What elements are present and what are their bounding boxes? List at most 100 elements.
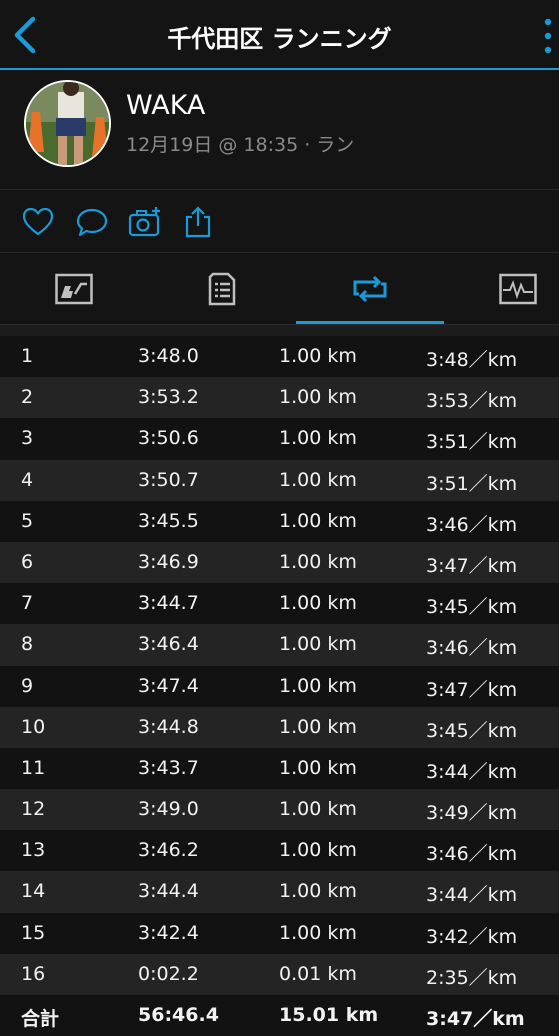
table-row[interactable]: 12 3:49.0 1.00 km 3:49／km: [0, 789, 559, 831]
total-row[interactable]: 合計 56:46.4 15.01 km 3:47／km: [0, 995, 559, 1036]
lap-time: 3:44.4: [138, 880, 199, 903]
lap-distance: 0.01 km: [279, 962, 357, 985]
charts-tab-icon: [499, 273, 537, 305]
lap-distance: 1.00 km: [279, 839, 357, 862]
nav-bar: 千代田区 ランニング: [0, 0, 559, 70]
lap-pace: 3:51／km: [426, 472, 518, 495]
lap-distance: 1.00 km: [279, 550, 357, 573]
activity-header: WAKA 12月19日 @ 18:35 · ラン: [0, 72, 559, 190]
lap-number: 8: [21, 633, 34, 656]
lap-number: 1: [21, 345, 34, 367]
table-row[interactable]: 13 3:46.2 1.00 km 3:46／km: [0, 830, 559, 872]
lap-time: 3:47.4: [138, 674, 199, 697]
table-row[interactable]: 8 3:46.4 1.00 km 3:46／km: [0, 624, 559, 666]
lap-time: 0:02.2: [138, 962, 199, 985]
lap-time: 56:46.4: [138, 1004, 219, 1026]
share-icon[interactable]: [181, 205, 215, 239]
lap-number: 11: [21, 756, 46, 779]
lap-distance: 1.00 km: [279, 509, 357, 532]
tab-charts[interactable]: [444, 254, 559, 324]
activity-meta: 12月19日 @ 18:35 · ラン: [126, 134, 355, 156]
lap-distance: 1.00 km: [279, 674, 357, 697]
lap-pace: 3:46／km: [426, 513, 518, 536]
lap-number: 16: [21, 962, 46, 985]
lap-distance: 1.00 km: [279, 427, 357, 450]
table-row[interactable]: 3 3:50.6 1.00 km 3:51／km: [0, 418, 559, 460]
table-row[interactable]: 9 3:47.4 1.00 km 3:47／km: [0, 665, 559, 707]
lap-pace: 3:44／km: [426, 760, 518, 783]
lap-number: 15: [21, 921, 46, 944]
table-row[interactable]: 2 3:53.2 1.00 km 3:53／km: [0, 377, 559, 419]
lap-time: 3:48.0: [138, 345, 199, 367]
comment-icon[interactable]: [75, 205, 109, 239]
lap-time: 3:44.8: [138, 715, 199, 738]
lap-time: 3:44.7: [138, 592, 199, 615]
tab-laps[interactable]: [296, 254, 444, 324]
lap-pace: 3:46／km: [426, 637, 518, 660]
lap-pace: 2:35／km: [426, 966, 518, 989]
laps-table: 1 3:48.0 1.00 km 3:48／km 2 3:53.2 1.00 km 3:53／…: [0, 336, 559, 1036]
lap-time: 3:50.6: [138, 427, 199, 450]
lap-distance: 1.00 km: [279, 386, 357, 409]
lap-time: 3:45.5: [138, 509, 199, 532]
table-row[interactable]: 7 3:44.7 1.00 km 3:45／km: [0, 583, 559, 625]
table-row[interactable]: 15 3:42.4 1.00 km 3:42／km: [0, 912, 559, 954]
table-row[interactable]: 10 3:44.8 1.00 km 3:45／km: [0, 706, 559, 748]
lap-pace: 3:42／km: [426, 925, 518, 948]
lap-pace: 3:53／km: [426, 390, 518, 413]
lap-pace: 3:45／km: [426, 596, 518, 619]
lap-time: 3:46.4: [138, 633, 199, 656]
lap-pace: 3:47／km: [426, 1008, 525, 1030]
lap-time: 3:42.4: [138, 921, 199, 944]
lap-number: 9: [21, 674, 34, 697]
lap-number: 14: [21, 880, 46, 903]
tab-bar: [0, 254, 559, 324]
lap-distance: 1.00 km: [279, 715, 357, 738]
heart-icon[interactable]: [21, 205, 55, 239]
lap-time: 3:46.9: [138, 550, 199, 573]
lap-number: 6: [21, 550, 34, 573]
lap-distance: 1.00 km: [279, 633, 357, 656]
lap-time: 3:46.2: [138, 839, 199, 862]
lap-pace: 3:48／km: [426, 349, 518, 371]
action-bar: [0, 191, 559, 253]
lap-number: 合計: [21, 1008, 60, 1030]
overview-tab-icon: [55, 273, 93, 305]
lap-number: 4: [21, 468, 34, 491]
lap-pace: 3:46／km: [426, 843, 518, 866]
camera-add-icon[interactable]: [128, 205, 162, 239]
lap-number: 12: [21, 798, 46, 821]
lap-distance: 1.00 km: [279, 345, 357, 367]
table-row[interactable]: 5 3:45.5 1.00 km 3:46／km: [0, 500, 559, 542]
lap-pace: 3:49／km: [426, 802, 518, 825]
details-tab-icon: [208, 272, 236, 306]
lap-time: 3:50.7: [138, 468, 199, 491]
table-row[interactable]: 14 3:44.4 1.00 km 3:44／km: [0, 871, 559, 913]
table-row[interactable]: 1 3:48.0 1.00 km 3:48／km: [0, 336, 559, 378]
lap-number: 10: [21, 715, 46, 738]
lap-distance: 1.00 km: [279, 468, 357, 491]
lap-number: 13: [21, 839, 46, 862]
table-row[interactable]: 11 3:43.7 1.00 km 3:44／km: [0, 747, 559, 790]
table-row[interactable]: 16 0:02.2 0.01 km 2:35／km: [0, 953, 559, 995]
lap-pace: 3:44／km: [426, 884, 518, 907]
table-row[interactable]: 4 3:50.7 1.00 km 3:51／km: [0, 459, 559, 501]
table-row[interactable]: 6 3:46.9 1.00 km 3:47／km: [0, 541, 559, 584]
laps-table-header-strip: [0, 324, 559, 336]
lap-pace: 3:47／km: [426, 554, 518, 577]
laps-tab-icon: [353, 275, 387, 303]
lap-number: 7: [21, 592, 34, 615]
runner-photo: [26, 82, 109, 165]
lap-number: 3: [21, 427, 34, 450]
user-name[interactable]: WAKA: [126, 90, 205, 121]
avatar[interactable]: [24, 80, 111, 167]
lap-distance: 15.01 km: [279, 1004, 379, 1026]
lap-distance: 1.00 km: [279, 592, 357, 615]
tab-overview[interactable]: [0, 254, 148, 324]
lap-number: 5: [21, 509, 34, 532]
lap-distance: 1.00 km: [279, 921, 357, 944]
lap-pace: 3:47／km: [426, 678, 518, 701]
tab-details[interactable]: [148, 254, 296, 324]
lap-distance: 1.00 km: [279, 798, 357, 821]
more-options-icon[interactable]: [541, 17, 555, 55]
